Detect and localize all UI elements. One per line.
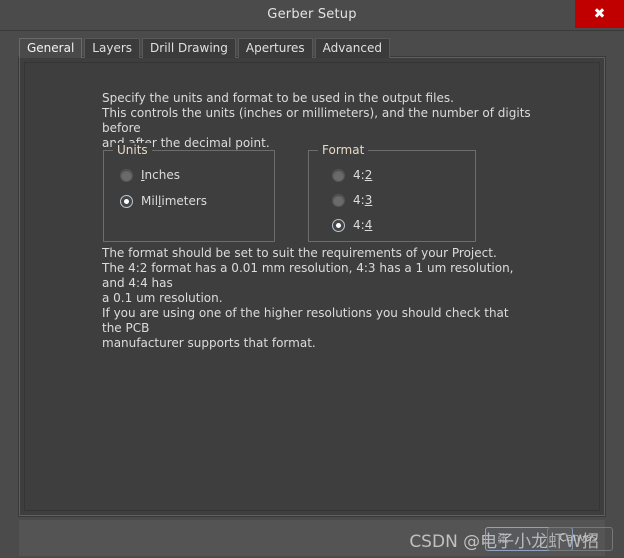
dialog-body: General Layers Drill Drawing Apertures A… — [0, 30, 624, 558]
units-groupbox: Units Inches Millimeters — [103, 143, 275, 242]
radio-indicator — [120, 168, 133, 182]
radio-label: 4:2 — [353, 168, 373, 182]
watermark-ghost-text-2: Canvas — [559, 531, 597, 544]
title-bar: Gerber Setup ✖ — [0, 0, 624, 30]
dialog-footer: CSDN @电子小龙虾W招 张 Canvas — [19, 520, 614, 556]
tab-general[interactable]: General — [19, 38, 83, 58]
radio-label: 4:4 — [353, 218, 373, 232]
format-groupbox-title: Format — [318, 143, 369, 157]
tab-panel-inner: Specify the units and format to be used … — [24, 62, 600, 511]
tab-advanced[interactable]: Advanced — [314, 38, 390, 58]
tab-bar: General Layers Drill Drawing Apertures A… — [19, 38, 390, 58]
tab-panel-general: Specify the units and format to be used … — [18, 56, 606, 517]
intro-description: Specify the units and format to be used … — [102, 91, 531, 150]
format-description: The format should be set to suit the req… — [102, 246, 514, 350]
radio-label: Inches — [141, 168, 180, 182]
radio-label: 4:3 — [353, 193, 373, 207]
radio-indicator — [332, 218, 345, 232]
gerber-setup-dialog: Gerber Setup ✖ General Layers Drill Draw… — [0, 0, 624, 558]
close-icon[interactable]: ✖ — [575, 0, 624, 28]
tab-layers[interactable]: Layers — [84, 38, 141, 58]
radio-units-inches[interactable]: Inches — [120, 168, 180, 182]
radio-indicator — [332, 168, 345, 182]
radio-indicator — [120, 194, 133, 208]
watermark-ghost-text: 张 — [497, 532, 508, 545]
radio-label: Millimeters — [141, 194, 208, 208]
radio-format-4-3[interactable]: 4:3 — [332, 193, 372, 207]
tab-drill-drawing[interactable]: Drill Drawing — [142, 38, 236, 58]
radio-format-4-2[interactable]: 4:2 — [332, 168, 372, 182]
tab-apertures[interactable]: Apertures — [237, 38, 313, 58]
radio-format-4-4[interactable]: 4:4 — [332, 218, 372, 232]
format-groupbox: Format 4:2 4:3 4:4 — [308, 143, 476, 242]
watermark: CSDN @电子小龙虾W招 张 Canvas — [409, 527, 614, 552]
units-groupbox-title: Units — [113, 143, 152, 157]
radio-indicator — [332, 193, 345, 207]
radio-units-millimeters[interactable]: Millimeters — [120, 194, 207, 208]
page-title: Gerber Setup — [267, 7, 357, 22]
